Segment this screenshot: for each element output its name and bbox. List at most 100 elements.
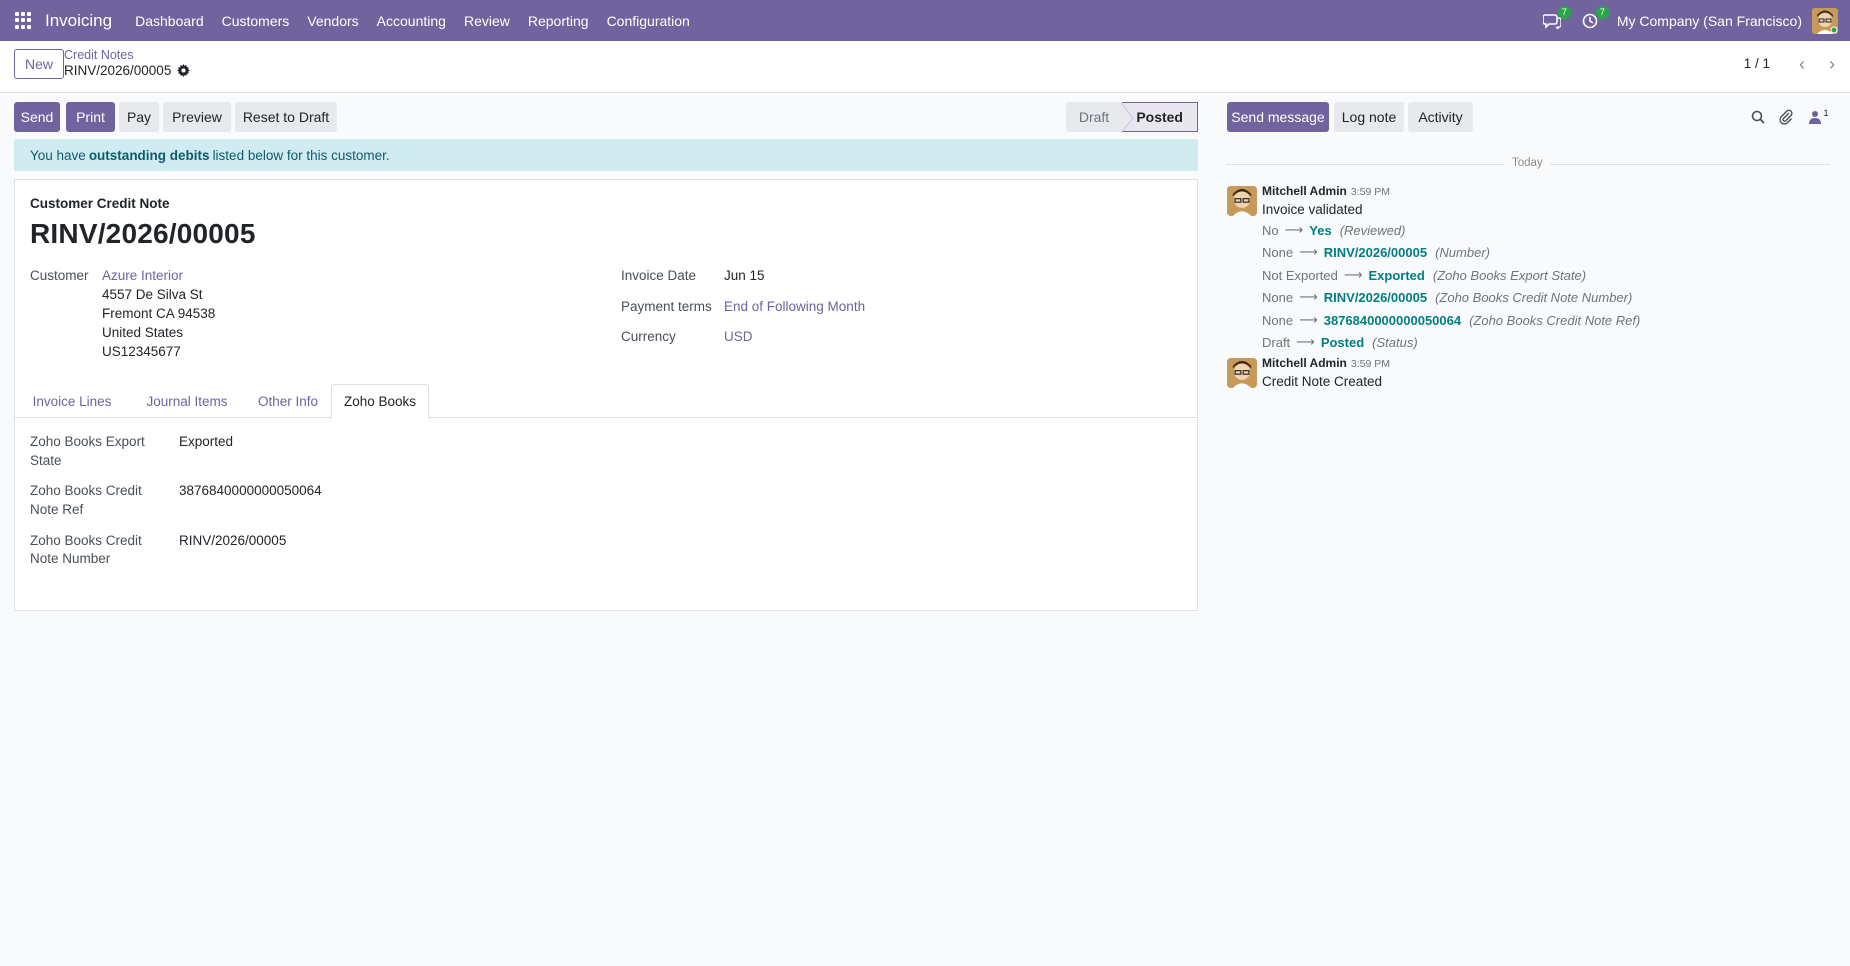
- tracking-arrow-icon: ⟶: [1284, 222, 1304, 237]
- currency-value[interactable]: USD: [724, 329, 753, 344]
- status-draft[interactable]: Draft: [1066, 102, 1122, 132]
- tracking-old: Not Exported: [1262, 267, 1338, 283]
- messages-icon[interactable]: 7: [1541, 5, 1571, 31]
- menu-vendors[interactable]: Vendors: [298, 13, 367, 29]
- tab-journal-items[interactable]: Journal Items: [144, 384, 230, 418]
- pay-button[interactable]: Pay: [119, 102, 159, 132]
- app-name[interactable]: Invoicing: [45, 11, 112, 31]
- paperclip-icon[interactable]: [1776, 107, 1796, 127]
- tracking-old: No: [1262, 222, 1279, 238]
- apps-menu-icon[interactable]: [15, 11, 35, 30]
- tracking-new: 3876840000000050064: [1323, 312, 1462, 328]
- zoho-credit-ref-label-1: Zoho Books Credit: [30, 483, 142, 498]
- breadcrumb-current: RINV/2026/00005: [64, 63, 191, 78]
- reset-to-draft-button[interactable]: Reset to Draft: [235, 102, 337, 132]
- company-switcher[interactable]: My Company (San Francisco): [1617, 13, 1802, 29]
- alert-prefix: You have: [30, 147, 86, 163]
- control-panel: New Credit Notes RINV/2026/00005 1 / 1 ‹…: [0, 41, 1850, 93]
- zoho-credit-ref-value: 3876840000000050064: [179, 483, 322, 498]
- message-author: Mitchell Admin 3:59 PM: [1262, 356, 1390, 370]
- menu-customers[interactable]: Customers: [213, 13, 299, 29]
- address-line-3: United States: [102, 325, 184, 340]
- address-line-1: 4557 De Silva St: [102, 287, 203, 302]
- tracking-row: Not Exported ⟶ Exported (Zoho Books Export …: [1262, 267, 1586, 283]
- message-time: 3:59 PM: [1350, 358, 1390, 370]
- address-vat: US12345677: [102, 344, 181, 359]
- message-author-name: Mitchell Admin: [1262, 184, 1347, 198]
- breadcrumb-parent[interactable]: Credit Notes: [64, 48, 133, 62]
- alert-bold: outstanding debits: [88, 147, 210, 163]
- tracking-row: None ⟶ 3876840000000050064 (Zoho Books Cred…: [1262, 312, 1640, 328]
- tracking-new: Exported: [1368, 267, 1425, 283]
- zoho-credit-number-label-2: Note Number: [30, 551, 111, 566]
- tracking-arrow-icon: ⟶: [1343, 267, 1363, 282]
- zoho-credit-number-label-1: Zoho Books Credit: [30, 533, 142, 548]
- send-button[interactable]: Send: [14, 102, 60, 132]
- form-sheet: Customer Credit Note RINV/2026/00005 Cus…: [14, 179, 1198, 611]
- message-author-name: Mitchell Admin: [1262, 356, 1347, 370]
- status-bar: Draft Posted: [1066, 102, 1198, 133]
- activities-clock-icon[interactable]: 7: [1579, 5, 1609, 31]
- tracking-field: (Zoho Books Credit Note Ref): [1469, 312, 1641, 328]
- tracking-field: (Status): [1372, 334, 1418, 350]
- menu-reporting[interactable]: Reporting: [519, 13, 598, 29]
- pager-previous-icon[interactable]: ‹: [1790, 52, 1814, 76]
- payment-terms-label: Payment terms: [621, 299, 712, 314]
- breadcrumb-current-label: RINV/2026/00005: [64, 63, 172, 78]
- followers-icon[interactable]: 1: [1806, 107, 1832, 127]
- status-posted[interactable]: Posted: [1121, 102, 1198, 133]
- pager-value[interactable]: 1 / 1: [1744, 56, 1770, 71]
- log-note-button[interactable]: Log note: [1334, 102, 1404, 132]
- document-type: Customer Credit Note: [30, 196, 170, 211]
- tracking-arrow-icon: ⟶: [1299, 312, 1318, 327]
- new-button[interactable]: New: [14, 49, 65, 79]
- tracking-arrow-icon: ⟶: [1299, 289, 1318, 304]
- tab-invoice-lines[interactable]: Invoice Lines: [30, 384, 114, 418]
- message-body: Invoice validated: [1262, 202, 1363, 217]
- messages-badge: 7: [1557, 5, 1571, 19]
- zoho-export-state-label-1: Zoho Books Export: [30, 434, 145, 449]
- outstanding-debits-alert: You have outstanding debits listed below…: [14, 139, 1198, 171]
- tracking-field: (Zoho Books Credit Note Number): [1435, 289, 1633, 305]
- activity-button[interactable]: Activity: [1408, 102, 1473, 132]
- send-message-button[interactable]: Send message: [1227, 102, 1329, 132]
- tracking-old: None: [1262, 312, 1294, 328]
- message-avatar[interactable]: [1227, 358, 1257, 388]
- print-button[interactable]: Print: [66, 102, 115, 132]
- tracking-arrow-icon: ⟶: [1299, 244, 1318, 259]
- invoice-date-value[interactable]: Jun 15: [724, 268, 765, 283]
- tracking-field: (Zoho Books Export State): [1432, 267, 1587, 283]
- alert-suffix: listed below for this customer.: [212, 147, 390, 163]
- today-label: Today: [1512, 157, 1543, 169]
- user-avatar[interactable]: [1812, 7, 1838, 34]
- tracking-field: (Number): [1435, 244, 1490, 260]
- menu-review[interactable]: Review: [455, 13, 519, 29]
- message-time: 3:59 PM: [1350, 186, 1390, 198]
- tracking-arrow-icon: ⟶: [1296, 334, 1315, 349]
- gear-icon[interactable]: [177, 64, 191, 77]
- pager-next-icon[interactable]: ›: [1820, 52, 1844, 76]
- tracking-new: RINV/2026/00005: [1323, 289, 1428, 305]
- message-author: Mitchell Admin 3:59 PM: [1262, 184, 1390, 198]
- menu-configuration[interactable]: Configuration: [598, 13, 699, 29]
- tab-zoho-books[interactable]: Zoho Books: [331, 384, 429, 419]
- notebook-tabs: Invoice Lines Journal Items Other Info Z…: [15, 384, 1197, 419]
- tracking-row: Draft ⟶ Posted (Status): [1262, 334, 1418, 350]
- tracking-row: None ⟶ RINV/2026/00005 (Zoho Books Credit N…: [1262, 289, 1632, 305]
- address-line-2: Fremont CA 94538: [102, 306, 216, 321]
- payment-terms-value[interactable]: End of Following Month: [724, 299, 865, 314]
- message-avatar[interactable]: [1227, 186, 1257, 216]
- tracking-old: None: [1262, 289, 1294, 305]
- today-separator: Today: [1226, 155, 1830, 173]
- tracking-new: Posted: [1320, 334, 1365, 350]
- customer-name[interactable]: Azure Interior: [102, 268, 183, 283]
- tab-other-info[interactable]: Other Info: [251, 384, 325, 418]
- tracking-field: (Reviewed): [1339, 222, 1406, 238]
- search-icon[interactable]: [1748, 107, 1768, 127]
- message-body: Credit Note Created: [1262, 374, 1383, 389]
- menu-accounting[interactable]: Accounting: [368, 13, 455, 29]
- tracking-row: None ⟶ RINV/2026/00005 (Number): [1262, 244, 1490, 260]
- preview-button[interactable]: Preview: [163, 102, 231, 132]
- status-posted-label: Posted: [1136, 109, 1183, 125]
- menu-dashboard[interactable]: Dashboard: [126, 13, 213, 29]
